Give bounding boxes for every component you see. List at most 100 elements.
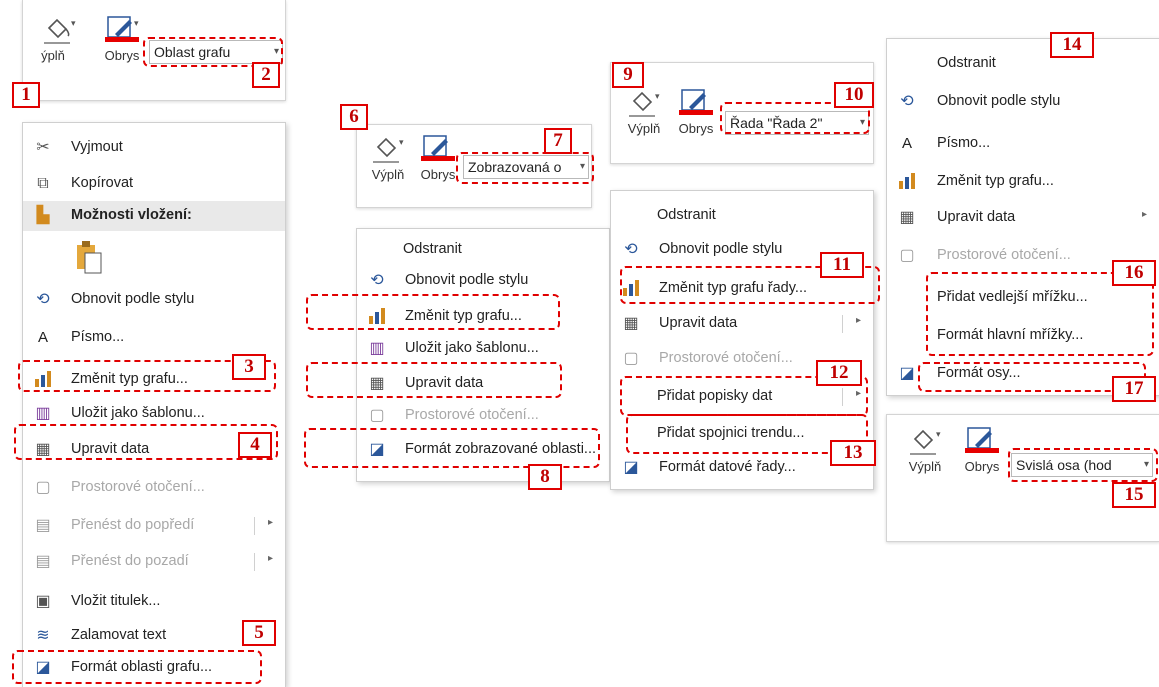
callout-13: 13	[830, 440, 876, 466]
paste-icon: ▙	[36, 207, 50, 224]
callout-11: 11	[820, 252, 864, 278]
fill-button[interactable]: ▾ Výplň	[363, 133, 413, 182]
scissors-icon: ✂	[36, 139, 50, 156]
menu-label: Vložit titulek...	[71, 593, 161, 609]
highlight-format-chart-area	[12, 650, 262, 684]
fill-label: Výplň	[627, 121, 661, 136]
menu-item-font[interactable]: A Písmo...	[887, 129, 1159, 159]
fill-button[interactable]: ▾ Výplň	[899, 425, 951, 474]
callout-14: 14	[1050, 32, 1094, 58]
menu-label: Obnovit podle stylu	[659, 241, 783, 257]
outline-button[interactable]: Obrys	[673, 87, 719, 136]
reset-style-icon: ⟲	[36, 291, 50, 308]
menu-label: Změnit typ grafu...	[937, 173, 1054, 189]
separator	[254, 517, 255, 535]
menu-label: Uložit jako šablonu...	[71, 405, 205, 421]
menu-label: Upravit data	[937, 209, 1016, 225]
rotation-icon: ▢	[623, 350, 639, 367]
highlight-change-type-2	[306, 294, 560, 330]
paint-bucket-icon: ▾	[369, 133, 407, 167]
menu-item-3d-rotation[interactable]: ▢ Prostorové otočení...	[23, 473, 285, 503]
menu-item-delete[interactable]: Odstranit	[887, 49, 1159, 79]
menu-label: Uložit jako šablonu...	[405, 340, 539, 356]
menu-label: Přenést do pozadí	[71, 553, 189, 569]
outline-label: Obrys	[104, 48, 140, 63]
font-icon: A	[901, 135, 912, 152]
menu-label: Možnosti vložení:	[71, 207, 192, 223]
insert-title-icon: ▣	[35, 593, 51, 610]
paste-options-header: ▙ Možnosti vložení:	[23, 201, 285, 231]
menu-label: Odstranit	[657, 207, 716, 223]
menu-item-delete[interactable]: Odstranit	[611, 201, 873, 231]
menu-item-copy[interactable]: ⧉ Kopírovat	[23, 169, 285, 199]
menu-item-reset-style[interactable]: ⟲ Obnovit podle stylu	[357, 266, 609, 296]
menu-item-reset-style[interactable]: ⟲ Obnovit podle stylu	[887, 87, 1159, 117]
menu-item-edit-data[interactable]: ▦ Upravit data ▸	[887, 203, 1159, 233]
menu-item-send-backward[interactable]: ▤ Přenést do pozadí ▸	[23, 547, 285, 577]
menu-item-reset-style[interactable]: ⟲ Obnovit podle stylu	[23, 285, 285, 315]
fill-label: Výplň	[371, 167, 405, 182]
callout-6: 6	[340, 104, 368, 130]
fill-button[interactable]: ▾ Výplň	[619, 87, 669, 136]
highlight-combo-4	[1008, 448, 1158, 482]
callout-12: 12	[816, 360, 862, 386]
outline-label: Obrys	[420, 167, 456, 182]
fill-label: Výplň	[908, 459, 942, 474]
outline-button[interactable]: Obrys	[959, 425, 1005, 474]
menu-label: Upravit data	[659, 315, 738, 331]
outline-button[interactable]: Obrys	[415, 133, 461, 182]
svg-text:▾: ▾	[399, 137, 404, 147]
pen-outline-icon	[419, 133, 457, 167]
menu-label: Prostorové otočení...	[659, 350, 793, 366]
paint-bucket-icon: ▾	[40, 14, 78, 48]
callout-10: 10	[834, 82, 874, 108]
menu-item-font[interactable]: A Písmo...	[23, 323, 285, 353]
font-icon: A	[37, 329, 48, 346]
menu-label: Prostorové otočení...	[71, 479, 205, 495]
menu-item-insert-title[interactable]: ▣ Vložit titulek...	[23, 587, 285, 617]
template-icon: ▥	[35, 405, 51, 422]
highlight-edit-data-2	[306, 362, 562, 398]
rotation-icon: ▢	[369, 407, 385, 424]
menu-item-bring-forward[interactable]: ▤ Přenést do popředí ▸	[23, 511, 285, 541]
separator	[842, 315, 843, 333]
rotation-icon: ▢	[899, 247, 915, 264]
callout-5: 5	[242, 620, 276, 646]
chevron-right-icon: ▸	[267, 517, 273, 528]
callout-8: 8	[528, 464, 562, 490]
chart-type-icon	[897, 172, 917, 192]
clipboard-icon	[77, 241, 102, 274]
chevron-right-icon: ▸	[855, 315, 861, 326]
menu-label: Obnovit podle stylu	[405, 272, 529, 288]
svg-text:▾: ▾	[936, 429, 941, 439]
outline-button[interactable]: ▾ Obrys	[99, 14, 145, 63]
menu-item-3d-rotation[interactable]: ▢ Prostorové otočení...	[357, 401, 609, 431]
edit-data-icon: ▦	[899, 209, 915, 226]
menu-label: Obnovit podle stylu	[937, 93, 1061, 109]
menu-item-change-chart-type[interactable]: Změnit typ grafu...	[887, 167, 1159, 197]
menu-label: Zalamovat text	[71, 627, 167, 643]
callout-17: 17	[1112, 376, 1156, 402]
wrap-text-icon: ≋	[36, 627, 50, 644]
edit-data-icon: ▦	[623, 315, 639, 332]
context-menu-1: ✂ Vyjmout ⧉ Kopírovat ▙ Možnosti vložení: ⟲…	[22, 122, 286, 687]
menu-item-cut[interactable]: ✂ Vyjmout	[23, 133, 285, 163]
callout-4: 4	[238, 432, 272, 458]
callout-7: 7	[544, 128, 572, 154]
menu-label: Prostorové otočení...	[405, 407, 539, 423]
bring-forward-icon: ▤	[35, 517, 51, 534]
send-backward-icon: ▤	[35, 553, 51, 570]
fill-button[interactable]: ▾ ýplň	[33, 14, 85, 63]
svg-text:▾: ▾	[655, 91, 660, 101]
callout-2: 2	[252, 62, 280, 88]
menu-label: Písmo...	[937, 135, 991, 151]
paste-option-button[interactable]	[75, 239, 103, 275]
format-icon: ◪	[899, 365, 915, 382]
menu-item-delete[interactable]: Odstranit	[357, 235, 609, 265]
chevron-right-icon: ▸	[1141, 209, 1147, 220]
pen-outline-icon	[963, 425, 1001, 459]
reset-style-icon: ⟲	[370, 272, 384, 289]
menu-item-edit-data[interactable]: ▦ Upravit data ▸	[611, 309, 873, 339]
separator	[254, 553, 255, 571]
menu-item-save-template[interactable]: ▥ Uložit jako šablonu...	[357, 334, 609, 364]
